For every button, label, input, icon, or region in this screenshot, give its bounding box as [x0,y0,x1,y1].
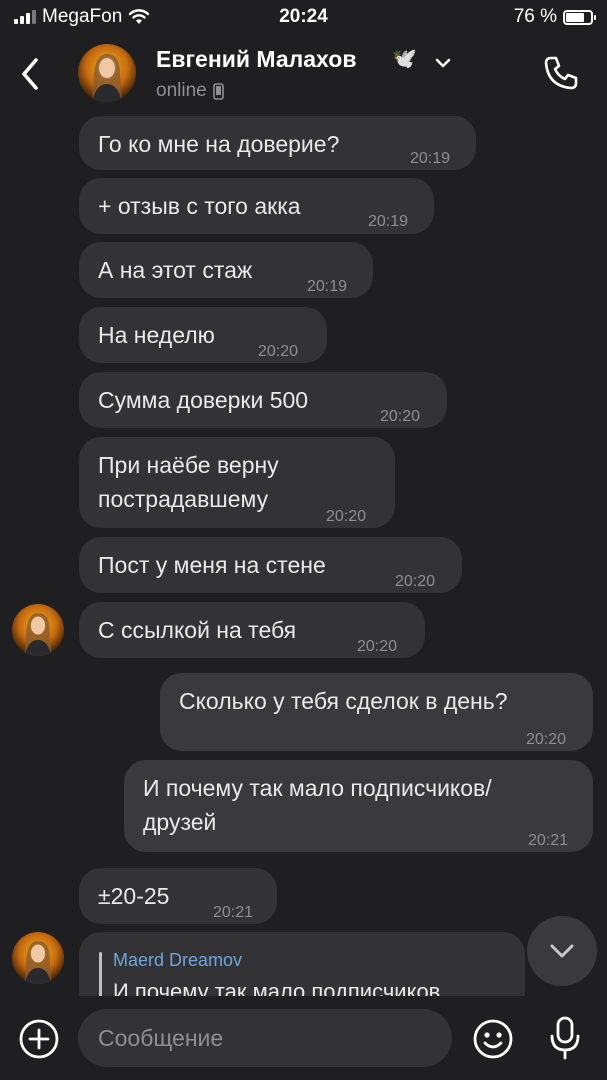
chevron-down-icon[interactable] [430,50,456,76]
message-text: Го ко мне на доверие? [98,131,340,157]
message-time: 20:21 [528,832,569,849]
message-time: 20:19 [368,213,409,230]
reply-author[interactable]: Maerd Dreamov [113,950,242,971]
message-list[interactable]: Го ко мне на доверие? 20:19 + отзыв с то… [0,114,607,996]
message-time: 20:19 [307,278,348,295]
reply-quoted-text: И почему так мало подписчиков [113,979,441,996]
message-input[interactable] [78,1009,452,1067]
battery-percent: 76 % [513,6,557,27]
status-right: 76 % [513,6,596,28]
avatar[interactable] [12,604,64,656]
phone-icon[interactable] [542,54,580,92]
avatar[interactable] [12,932,64,984]
message-bubble[interactable]: Сумма доверки 500 20:20 [79,372,447,428]
message-bubble[interactable]: + отзыв с того акка 20:19 [79,178,434,234]
battery-icon [563,9,596,25]
message-text: Сумма доверки 500 [98,387,309,413]
message-bubble[interactable]: А на этот стаж 20:19 [79,242,373,298]
status-bar: MegaFon 20:24 76 % [0,0,607,34]
phone-device-icon [212,82,224,100]
message-text: + отзыв с того акка [98,193,301,219]
message-text: С ссылкой на тебя [98,617,297,643]
message-bubble[interactable]: На неделю 20:20 [79,307,327,363]
message-bubble[interactable]: С ссылкой на тебя 20:20 [79,602,425,658]
message-bubble[interactable]: Сколько у тебя сделок в день? 20:20 [160,673,593,751]
plus-circle-icon[interactable] [18,1018,60,1060]
message-time: 20:20 [326,508,367,525]
message-text: ±20-25 [98,883,170,909]
chat-header: Евгений Малахов 🕊️ online [0,34,607,114]
dove-emoji: 🕊️ [392,48,417,70]
message-text: И почему так мало подписчиков/ друзей [143,775,492,835]
reply-quote-bar [99,952,102,996]
message-time: 20:20 [526,731,567,748]
message-text: При наёбе верну пострадавшему [98,452,279,512]
composer-bar [0,996,607,1080]
contact-status: online [156,80,224,102]
message-text: Пост у меня на стене [98,552,326,578]
scroll-down-chevron-icon [550,944,574,958]
microphone-icon[interactable] [544,1014,586,1062]
message-text: Сколько у тебя сделок в день? [179,688,508,714]
message-time: 20:20 [380,408,421,425]
message-time: 20:20 [258,343,299,360]
message-bubble[interactable]: ±20-25 20:21 [79,868,277,924]
back-chevron-icon[interactable] [14,52,48,96]
message-text: На неделю [98,322,215,348]
message-bubble[interactable]: При наёбе верну пострадавшему 20:20 [79,437,395,528]
message-time: 20:20 [357,638,398,655]
message-text: А на этот стаж [98,257,253,283]
reply-message-bubble[interactable]: Maerd Dreamov И почему так мало подписчи… [79,932,525,996]
message-time: 20:19 [410,150,451,167]
message-bubble[interactable]: Пост у меня на стене 20:20 [79,537,462,593]
status-text: online [156,80,207,101]
message-bubble[interactable]: И почему так мало подписчиков/ друзей 20… [124,760,593,852]
message-time: 20:20 [395,573,436,590]
message-bubble[interactable]: Го ко мне на доверие? 20:19 [79,116,476,170]
contact-name[interactable]: Евгений Малахов [156,46,356,73]
scroll-down-button[interactable] [527,916,597,986]
emoji-icon[interactable] [472,1018,514,1060]
message-time: 20:21 [213,904,254,921]
avatar[interactable] [78,44,136,102]
